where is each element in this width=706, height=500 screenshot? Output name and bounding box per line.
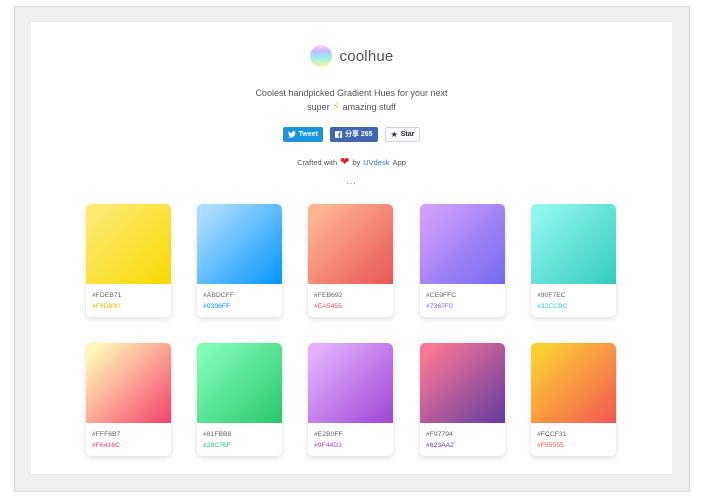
gradient-swatch[interactable]	[420, 343, 505, 423]
tagline-amazing: amazing stuff	[342, 102, 396, 112]
gradient-card[interactable]: #90F7EC #32CCBC	[531, 204, 616, 317]
gradient-end-hex[interactable]: #F55555	[537, 442, 564, 449]
tweet-label: Tweet	[298, 131, 318, 138]
gradient-start-hex[interactable]: #CE9FFC	[426, 292, 456, 299]
gradient-end-hex[interactable]: #9F44D3	[314, 442, 342, 449]
gradient-end-hex[interactable]: #EA5455	[314, 303, 342, 310]
gradient-card[interactable]: #F97794 #623AA2	[420, 343, 505, 456]
gradient-swatch[interactable]	[308, 204, 393, 284]
gradient-swatch[interactable]	[531, 204, 616, 284]
gradient-card[interactable]: #FCCF31 #F55555	[531, 343, 616, 456]
gradient-start-hex[interactable]: #F97794	[426, 431, 453, 438]
uvdesk-link[interactable]: UVdesk	[363, 158, 389, 167]
lightning-icon: ⚡	[332, 101, 340, 113]
coolhue-logo-icon	[309, 45, 332, 67]
crafted-app-text: App	[392, 158, 406, 167]
gradient-swatch[interactable]	[86, 204, 171, 284]
gradient-start-hex[interactable]: #E2B0FF	[314, 431, 343, 438]
tagline-line2: super ⚡ amazing stuff	[31, 100, 672, 114]
gradient-card[interactable]: #ABDCFF #0396FF	[197, 204, 282, 317]
gradient-card[interactable]: #FFF6B7 #F6416C	[86, 343, 171, 456]
heart-icon: ❤	[340, 156, 350, 168]
gradient-end-hex[interactable]: #28C76F	[203, 442, 231, 449]
gradient-end-hex[interactable]: #0396FF	[203, 303, 230, 310]
tagline-line1: Coolest handpicked Gradient Hues for you…	[255, 88, 448, 98]
brand-name: coolhue	[339, 47, 394, 65]
more-indicator: ...	[346, 176, 357, 186]
gradient-end-hex[interactable]: #F8D800	[92, 303, 120, 310]
gradient-swatch[interactable]	[197, 204, 282, 284]
crafted-text: Crafted with	[297, 158, 338, 167]
header: coolhue Coolest handpicked Gradient Hues…	[31, 42, 672, 186]
gradient-start-hex[interactable]: #81FBB8	[203, 431, 231, 438]
page-content: coolhue Coolest handpicked Gradient Hues…	[31, 22, 672, 474]
crafted-by: Crafted with ❤ by UVdesk App	[31, 157, 672, 168]
social-buttons: Tweet 分享 265 ★ Star	[31, 127, 672, 143]
gradient-end-hex[interactable]: #623AA2	[426, 442, 454, 449]
gradient-card[interactable]: #FDEB71 #F8D800	[86, 204, 171, 317]
brand[interactable]: coolhue	[31, 42, 672, 70]
gradient-end-hex[interactable]: #32CCBC	[537, 303, 568, 310]
gradient-end-hex[interactable]: #F6416C	[92, 442, 120, 449]
gradient-swatch[interactable]	[86, 343, 171, 423]
twitter-bird-icon	[287, 131, 296, 138]
tweet-button[interactable]: Tweet	[282, 127, 323, 142]
facebook-share-button[interactable]: 分享 265	[329, 127, 378, 142]
gradient-start-hex[interactable]: #90F7EC	[537, 292, 566, 299]
gradient-card[interactable]: #FEB692 #EA5455	[308, 204, 393, 317]
facebook-f-icon	[334, 131, 342, 138]
gradient-card[interactable]: #E2B0FF #9F44D3	[308, 343, 393, 456]
gradient-start-hex[interactable]: #FFF6B7	[92, 431, 120, 438]
gradient-start-hex[interactable]: #FCCF31	[537, 431, 566, 438]
star-label: Star	[400, 131, 415, 138]
share-label: 分享 265	[344, 131, 373, 138]
gradient-start-hex[interactable]: #FDEB71	[92, 292, 121, 299]
tagline: Coolest handpicked Gradient Hues for you…	[31, 86, 672, 114]
gradient-swatch[interactable]	[531, 343, 616, 423]
gradient-swatch[interactable]	[308, 343, 393, 423]
star-icon: ★	[390, 129, 398, 139]
gradient-end-hex[interactable]: #7367F0	[426, 303, 453, 310]
tagline-super: super	[307, 102, 330, 112]
gradient-start-hex[interactable]: #FEB692	[314, 292, 342, 299]
gradient-swatch[interactable]	[197, 343, 282, 423]
crafted-by-text: by	[352, 158, 361, 167]
gradient-card[interactable]: #81FBB8 #28C76F	[197, 343, 282, 456]
gradient-swatch[interactable]	[420, 204, 505, 284]
gradient-start-hex[interactable]: #ABDCFF	[203, 292, 234, 299]
gradient-card[interactable]: #CE9FFC #7367F0	[420, 204, 505, 317]
github-star-button[interactable]: ★ Star	[384, 127, 421, 142]
